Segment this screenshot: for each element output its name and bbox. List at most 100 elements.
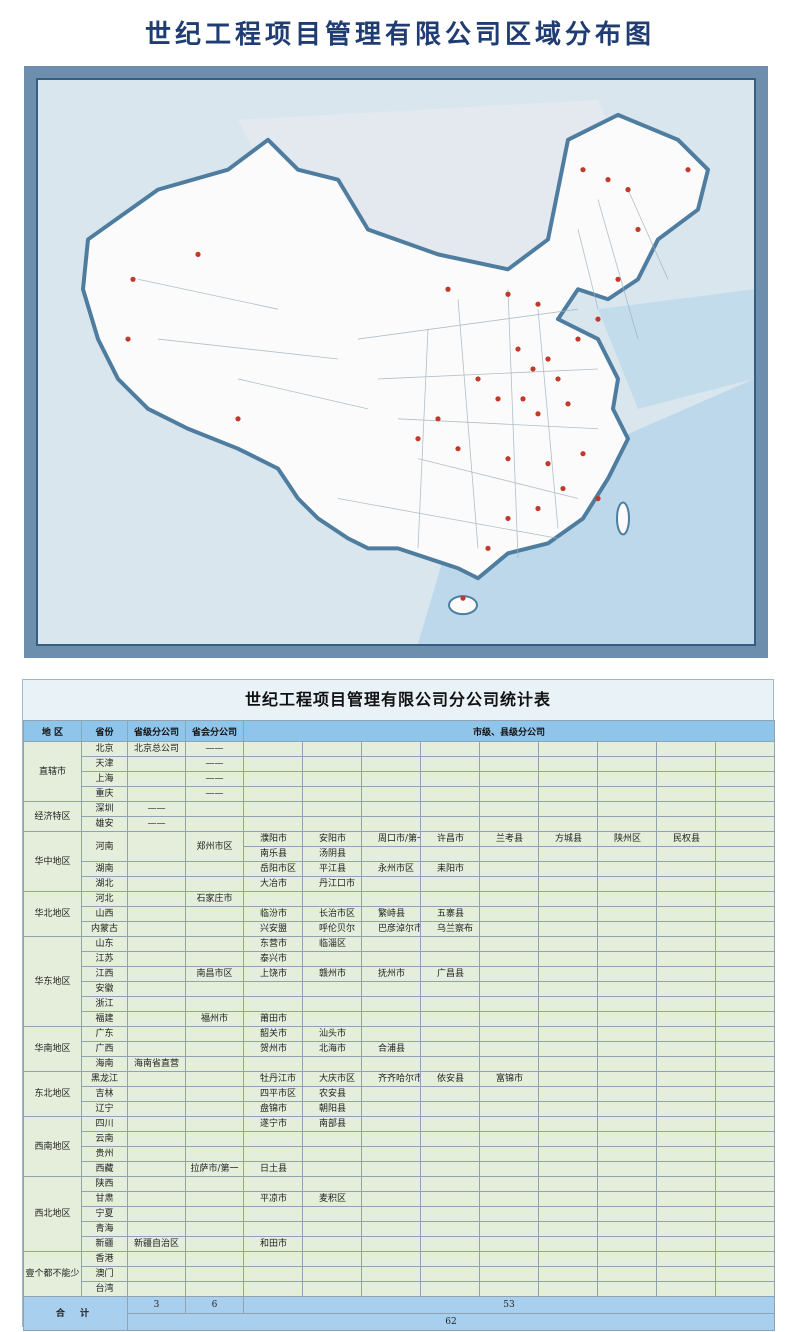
province-cell: 广西 <box>81 1041 128 1057</box>
prov-branch-cell <box>127 891 186 907</box>
province-cell: 天津 <box>81 756 128 772</box>
city-branch-cell <box>243 741 303 757</box>
prov-branch-cell: 新疆自治区 <box>127 1236 186 1252</box>
city-branch-cell <box>479 1116 539 1132</box>
capital-branch-cell <box>185 936 244 952</box>
table-row: 西南地区 四川 遂宁市 南部县 <box>23 1116 776 1177</box>
table-title: 世纪工程项目管理有限公司分公司统计表 <box>244 690 551 709</box>
city-branch-cell <box>479 906 539 922</box>
city-branch-cell <box>479 1191 539 1207</box>
city-branch-cell <box>479 1281 539 1297</box>
city-branch-cell <box>597 1236 657 1252</box>
capital-branch-cell <box>185 1131 244 1147</box>
city-branch-cell <box>656 1056 716 1072</box>
city-branch-cell <box>302 1266 362 1282</box>
prov-branch-cell <box>127 966 186 982</box>
city-branch-cell <box>420 1221 480 1237</box>
prov-branch-cell <box>127 1176 186 1192</box>
city-branch-cell <box>714 1146 776 1162</box>
city-branch-cell <box>656 1101 716 1117</box>
prov-branch-cell <box>127 1041 186 1057</box>
capital-branch-cell: —— <box>185 786 244 802</box>
prov-branch-cell <box>127 786 186 802</box>
city-branch-cell <box>243 891 303 907</box>
city-branch-cell <box>714 1041 776 1057</box>
city-branch-cell <box>597 1026 657 1042</box>
header-city-branch: 市级、县级分公司 <box>242 720 776 742</box>
region-cell: 华南地区 <box>23 1026 82 1072</box>
city-branch-cell <box>538 801 598 817</box>
city-branch-cell <box>656 861 716 877</box>
city-branch-cell <box>361 801 421 817</box>
city-branch-cell <box>714 1281 776 1297</box>
table-row: 江西 南昌市区 上饶市 赣州市 抚州市 广昌县 <box>24 966 776 982</box>
city-branch-cell <box>479 1206 539 1222</box>
city-branch-cell: 汤阴县 <box>302 846 362 862</box>
city-branch-cell <box>538 786 598 802</box>
city-branch-cell <box>243 1206 303 1222</box>
city-branch-cell <box>714 891 776 907</box>
city-branch-cell <box>714 741 776 757</box>
header-prov-branch: 省级分公司 <box>127 720 186 742</box>
city-branch-cell <box>420 786 480 802</box>
city-branch-cell <box>714 1191 776 1207</box>
city-branch-cell <box>538 1236 598 1252</box>
capital-branch-cell: 拉萨市/第一 <box>185 1161 244 1177</box>
city-branch-cell <box>714 1251 776 1267</box>
prov-branch-cell <box>127 936 186 952</box>
city-branch-cell: 平凉市 <box>243 1191 303 1207</box>
capital-branch-cell <box>185 876 244 892</box>
city-branch-cell <box>302 756 362 772</box>
city-branch-cell <box>656 906 716 922</box>
city-branch-cell <box>479 1056 539 1072</box>
city-branch-cell <box>714 1011 776 1027</box>
city-branch-cell <box>597 1101 657 1117</box>
city-branch-cell <box>597 1071 657 1087</box>
city-branch-cell: 方城县 <box>538 831 598 847</box>
prov-branch-cell <box>127 756 186 772</box>
province-cell: 新疆 <box>81 1236 128 1252</box>
city-branch-cell: 赣州市 <box>302 966 362 982</box>
total-label: 合 计 <box>23 1296 128 1331</box>
prov-branch-cell: —— <box>127 816 186 832</box>
city-branch-cell <box>479 1266 539 1282</box>
city-branch-cell <box>538 996 598 1012</box>
city-branch-cell: 乌兰察布 <box>420 921 480 937</box>
city-branch-cell <box>714 951 776 967</box>
city-branch-cell <box>597 1176 657 1192</box>
city-branch-cell <box>538 1161 598 1177</box>
table-row: 内蒙古 兴安盟呼伦贝尔巴彦淖尔市区乌兰察布 <box>24 921 776 937</box>
grand-total: 62 <box>126 1313 776 1331</box>
city-branch-cell <box>656 876 716 892</box>
city-branch-cell <box>302 951 362 967</box>
prov-branch-cell <box>127 1266 186 1282</box>
prov-branch-cell <box>127 921 186 937</box>
city-branch-cell <box>656 1116 716 1132</box>
province-cell: 上海 <box>81 771 128 787</box>
city-branch-cell <box>420 1251 480 1267</box>
city-branch-cell <box>243 816 303 832</box>
city-branch-cell <box>714 981 776 997</box>
city-branch-cell <box>479 1146 539 1162</box>
province-cell: 江苏 <box>81 951 128 967</box>
city-branch-cell <box>479 771 539 787</box>
city-branch-cell: 安阳市 <box>302 831 362 847</box>
city-branch-cell <box>597 921 657 937</box>
city-branch-cell <box>361 1086 421 1102</box>
city-branch-cell <box>361 816 421 832</box>
city-branch-cell <box>361 1176 421 1192</box>
city-branch-cell: 巴彦淖尔市区 <box>361 921 421 937</box>
city-branch-cell <box>597 786 657 802</box>
table-row: 台湾 <box>24 1281 776 1297</box>
city-branch-cell: 盘锦市 <box>243 1101 303 1117</box>
prov-branch-cell <box>127 771 186 787</box>
city-branch-cell <box>597 1191 657 1207</box>
city-branch-cell: 耒阳市 <box>420 861 480 877</box>
city-branch-cell <box>656 1236 716 1252</box>
city-branch-cell <box>538 1266 598 1282</box>
province-cell: 山东 <box>81 936 128 952</box>
city-branch-cell <box>361 1026 421 1042</box>
city-branch-cell <box>420 1026 480 1042</box>
capital-branch-cell: 郑州市区 <box>185 831 244 862</box>
province-cell: 贵州 <box>81 1146 128 1162</box>
